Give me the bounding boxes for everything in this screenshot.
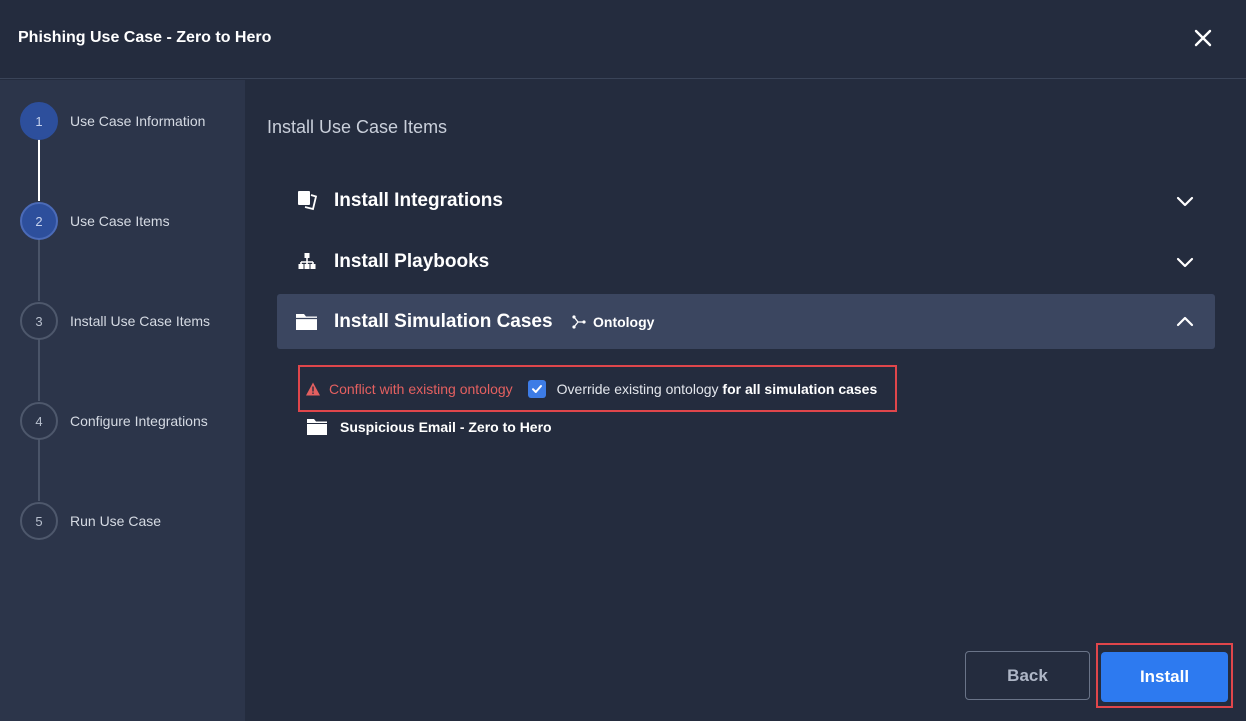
step-install-use-case-items[interactable]: 3 Install Use Case Items <box>20 302 240 340</box>
step-connector <box>38 439 40 501</box>
back-button[interactable]: Back <box>965 651 1090 700</box>
ontology-label: Ontology <box>593 313 655 330</box>
step-use-case-information[interactable]: 1 Use Case Information <box>20 102 240 140</box>
step-connector <box>38 239 40 301</box>
accordion-label: Install Integrations <box>334 189 503 211</box>
install-button[interactable]: Install <box>1101 652 1228 702</box>
override-text-prefix: Override existing ontology <box>556 380 723 397</box>
ontology-conflict-notice: Conflict with existing ontology Override… <box>298 365 897 412</box>
step-run-use-case[interactable]: 5 Run Use Case <box>20 502 240 540</box>
accordion-install-playbooks[interactable]: Install Playbooks <box>277 234 1215 289</box>
chevron-up-icon <box>1176 316 1194 326</box>
step-label: Use Case Items <box>70 213 170 229</box>
override-ontology-checkbox[interactable] <box>527 379 546 398</box>
dialog-title: Phishing Use Case - Zero to Hero <box>18 29 272 46</box>
folder-icon <box>295 310 319 334</box>
checkmark-icon <box>531 384 542 393</box>
step-number: 3 <box>20 302 58 340</box>
dialog-header: Phishing Use Case - Zero to Hero <box>0 0 1246 79</box>
accordion-install-simulation-cases[interactable]: Install Simulation Cases Ontology <box>277 294 1215 349</box>
step-connector <box>38 139 40 201</box>
accordion-label: Install Playbooks <box>334 250 490 272</box>
step-label: Run Use Case <box>70 513 162 529</box>
close-icon <box>1194 29 1212 47</box>
playbooks-icon <box>295 250 319 274</box>
folder-icon <box>307 419 327 435</box>
step-number: 1 <box>20 102 58 140</box>
step-label: Configure Integrations <box>70 413 208 429</box>
step-number: 5 <box>20 502 58 540</box>
accordion-label: Install Simulation Cases <box>334 310 553 332</box>
section-title: Install Use Case Items <box>267 117 448 137</box>
step-number: 2 <box>20 202 58 240</box>
warning-icon <box>306 382 320 395</box>
override-ontology-label: Override existing ontology for all simul… <box>557 381 878 397</box>
step-label: Install Use Case Items <box>70 313 211 329</box>
ontology-link[interactable]: Ontology <box>571 314 654 330</box>
step-number: 4 <box>20 402 58 440</box>
simulation-case-name: Suspicious Email - Zero to Hero <box>340 419 552 435</box>
step-configure-integrations[interactable]: 4 Configure Integrations <box>20 402 240 440</box>
close-button[interactable] <box>1190 25 1216 51</box>
accordion-install-integrations[interactable]: Install Integrations <box>277 173 1215 228</box>
step-use-case-items[interactable]: 2 Use Case Items <box>20 202 240 240</box>
chevron-down-icon <box>1176 196 1194 206</box>
chevron-down-icon <box>1176 257 1194 267</box>
install-button-highlight: Install <box>1096 643 1233 708</box>
integrations-icon <box>295 189 319 213</box>
wizard-sidebar: 1 Use Case Information 2 Use Case Items … <box>0 80 245 721</box>
conflict-warning-text: Conflict with existing ontology <box>329 380 513 397</box>
step-label: Use Case Information <box>70 113 206 129</box>
step-connector <box>38 339 40 401</box>
override-text-scope: for all simulation cases <box>722 380 878 397</box>
simulation-case-item[interactable]: Suspicious Email - Zero to Hero <box>306 417 552 437</box>
ontology-icon <box>572 314 586 329</box>
